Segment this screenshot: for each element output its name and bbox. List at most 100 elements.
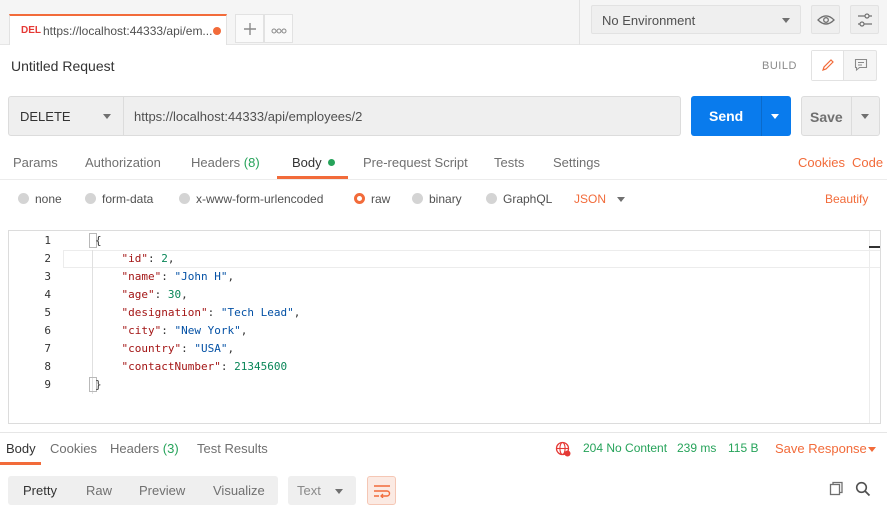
send-button[interactable]: Send xyxy=(691,96,791,136)
body-type-binary-radio[interactable]: binary xyxy=(412,192,462,206)
code-line: "contactNumber": 21345600 xyxy=(95,360,288,373)
send-options-chevron-icon[interactable] xyxy=(771,114,779,119)
body-type-graphql-radio[interactable]: GraphQL xyxy=(486,192,552,206)
comments-button[interactable] xyxy=(845,51,877,80)
environment-quick-look-button[interactable] xyxy=(811,5,840,34)
view-pretty-button[interactable]: Pretty xyxy=(23,483,57,498)
body-type-none-radio[interactable]: none xyxy=(18,192,62,206)
view-visualize-button[interactable]: Visualize xyxy=(213,483,265,498)
radio-icon xyxy=(18,193,29,204)
radio-label: form-data xyxy=(102,192,154,206)
divider xyxy=(579,0,580,45)
response-status[interactable]: 204 No Content xyxy=(583,441,667,455)
eye-icon xyxy=(817,15,835,25)
mode-toggle-group xyxy=(811,50,877,81)
response-tab-body[interactable]: Body xyxy=(6,441,36,456)
line-number: 2 xyxy=(44,252,51,265)
response-tab-headers[interactable]: Headers (3) xyxy=(110,441,179,456)
view-raw-button[interactable]: Raw xyxy=(86,483,112,498)
request-title[interactable]: Untitled Request xyxy=(11,58,115,74)
code-token: , xyxy=(167,252,175,265)
body-type-form-data-radio[interactable]: form-data xyxy=(85,192,153,206)
beautify-link[interactable]: Beautify xyxy=(825,192,868,206)
build-mode-label: BUILD xyxy=(762,60,797,72)
http-method-select[interactable]: DELETE xyxy=(8,96,124,136)
response-size[interactable]: 115 B xyxy=(728,441,758,455)
format-label: Text xyxy=(297,483,321,498)
more-tabs-button[interactable] xyxy=(264,14,293,43)
code-token: : xyxy=(181,342,195,355)
response-tab-cookies[interactable]: Cookies xyxy=(50,441,97,456)
tab-label: Tests xyxy=(494,155,525,170)
tab-method-label: DEL xyxy=(21,25,41,36)
line-number: 5 xyxy=(44,306,51,319)
tab-authorization[interactable]: Authorization xyxy=(85,155,161,170)
code-token: : xyxy=(161,270,175,283)
raw-format-select[interactable]: JSON xyxy=(574,192,606,206)
response-format-select[interactable]: Text xyxy=(288,476,356,505)
tab-settings[interactable]: Settings xyxy=(553,155,600,170)
save-response-button[interactable]: Save Response xyxy=(775,441,867,456)
search-icon[interactable] xyxy=(855,481,871,497)
save-options-chevron-icon[interactable] xyxy=(861,114,869,119)
code-token: , xyxy=(181,288,188,301)
code-token: 21345600 xyxy=(234,360,288,373)
code-token: "name" xyxy=(121,270,162,283)
save-button[interactable]: Save xyxy=(801,96,880,136)
wrap-lines-button[interactable] xyxy=(367,476,396,505)
tab-url-label: https://localhost:44333/api/em... xyxy=(43,24,213,38)
tab-body[interactable]: Body xyxy=(292,155,335,170)
copy-icon[interactable] xyxy=(829,481,845,497)
radio-label: binary xyxy=(429,192,462,206)
body-type-urlencoded-radio[interactable]: x-www-form-urlencoded xyxy=(179,192,323,206)
body-type-raw-radio[interactable]: raw xyxy=(354,192,390,206)
globe-warning-icon[interactable] xyxy=(555,441,571,457)
code-line: "city": "New York", xyxy=(95,324,248,337)
code-token: { xyxy=(95,234,102,247)
tab-label: Params xyxy=(13,155,58,170)
edit-mode-button[interactable] xyxy=(812,51,844,80)
tab-label: Pre-request Script xyxy=(363,155,468,170)
code-line: "id": 2, xyxy=(95,252,175,265)
radio-icon xyxy=(85,193,96,204)
tab-headers[interactable]: Headers (8) xyxy=(191,155,260,170)
editor-scrollbar[interactable] xyxy=(869,231,880,423)
plus-icon xyxy=(243,23,256,35)
http-method-label: DELETE xyxy=(20,109,71,124)
code-token: : xyxy=(207,306,221,319)
code-editor[interactable]: 1 2 3 4 5 6 7 8 9 { "id": 2, "name": "John H", "… xyxy=(8,230,881,424)
tab-pre-request-script[interactable]: Pre-request Script xyxy=(363,155,468,170)
manage-environments-button[interactable] xyxy=(850,5,879,34)
comment-icon xyxy=(854,58,868,72)
chevron-down-icon xyxy=(103,114,111,119)
response-time[interactable]: 239 ms xyxy=(677,441,716,455)
tab-tests[interactable]: Tests xyxy=(494,155,524,170)
unsaved-dot-icon xyxy=(213,27,221,35)
radio-label: raw xyxy=(371,192,391,206)
response-tab-test-results[interactable]: Test Results xyxy=(197,441,268,456)
environment-select[interactable]: No Environment xyxy=(591,5,801,34)
request-tab[interactable]: DEL https://localhost:44333/api/em... xyxy=(9,14,227,45)
radio-icon xyxy=(179,193,190,204)
view-preview-button[interactable]: Preview xyxy=(139,483,185,498)
line-number: 1 xyxy=(44,234,51,247)
active-tab-indicator xyxy=(0,462,41,465)
code-link[interactable]: Code xyxy=(852,155,883,170)
code-token: : xyxy=(154,288,168,301)
headers-count: (3) xyxy=(162,441,179,456)
code-line: "country": "USA", xyxy=(95,342,235,355)
code-token: : xyxy=(148,252,162,265)
request-url-input[interactable] xyxy=(124,96,681,136)
chevron-down-icon[interactable] xyxy=(868,447,876,452)
cookies-link[interactable]: Cookies xyxy=(798,155,845,170)
radio-label: none xyxy=(35,192,62,206)
new-tab-button[interactable] xyxy=(235,14,264,43)
chevron-down-icon[interactable] xyxy=(617,197,625,202)
tab-params[interactable]: Params xyxy=(13,155,58,170)
code-token: : xyxy=(220,360,235,373)
code-token: , xyxy=(240,324,248,337)
